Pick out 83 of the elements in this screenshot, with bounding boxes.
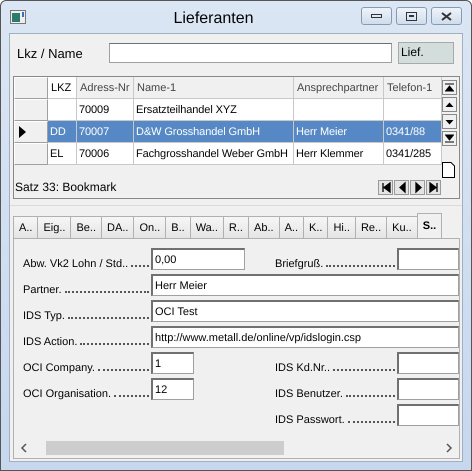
table-cell: D&W Grosshandel GmbH	[134, 121, 294, 143]
scroll-bottom-button[interactable]	[442, 131, 457, 146]
input-field[interactable]	[397, 404, 459, 426]
current-row-icon	[19, 126, 26, 138]
search-field[interactable]	[109, 43, 392, 63]
table-cell	[48, 99, 77, 121]
scrollbar-thumb[interactable]	[46, 440, 284, 454]
input-field[interactable]	[397, 248, 459, 270]
scroll-down-button[interactable]	[442, 114, 457, 129]
field-label: IDS Action.	[23, 336, 78, 348]
window-title: Lieferanten	[172, 10, 255, 28]
app-icon	[10, 10, 26, 24]
tab[interactable]: Wa..	[190, 216, 224, 238]
field-label: Briefgruß.	[275, 258, 324, 270]
column-header[interactable]: Adress-Nr	[77, 77, 134, 99]
tab[interactable]: R..	[222, 216, 249, 238]
minimize-icon	[371, 14, 382, 18]
status-text: Satz 33: Bookmark	[15, 180, 118, 194]
tab[interactable]: A..	[13, 216, 38, 238]
table-cell: Fachgrosshandel Weber GmbH	[134, 143, 294, 165]
field-label: IDS Typ.	[23, 310, 65, 322]
input-field[interactable]: OCI Test	[151, 300, 459, 322]
field-label: IDS Passwort.	[275, 414, 345, 426]
tab[interactable]: K..	[303, 216, 328, 238]
tab[interactable]: Ku..	[386, 216, 418, 238]
row-header[interactable]	[14, 121, 48, 143]
field-label: OCI Organisation.	[23, 388, 112, 400]
tab[interactable]: Eig..	[37, 216, 72, 238]
tab[interactable]: Be..	[70, 216, 102, 238]
table-cell: DD	[48, 121, 77, 143]
tab[interactable]: Re..	[354, 216, 388, 238]
tab[interactable]: B..	[165, 216, 191, 238]
maximize-button[interactable]	[396, 7, 427, 25]
first-record-button[interactable]	[378, 180, 393, 194]
table-cell: 70007	[77, 121, 134, 143]
column-header[interactable]: Ansprechpartner	[294, 77, 384, 99]
input-field[interactable]: 12	[151, 378, 194, 400]
input-field[interactable]	[397, 378, 459, 400]
maximize-icon	[406, 12, 417, 20]
tab[interactable]: On..	[133, 216, 166, 238]
table-cell	[384, 99, 442, 121]
scroll-top-button[interactable]	[442, 80, 457, 95]
input-field[interactable]	[397, 352, 459, 374]
minimize-button[interactable]	[361, 7, 392, 25]
table-cell: 70009	[77, 99, 134, 121]
mode-indicator: Lief.	[398, 42, 454, 64]
field-label: OCI Company.	[23, 362, 95, 374]
close-icon	[441, 12, 452, 20]
table-cell: 0341/88	[384, 121, 442, 143]
column-header[interactable]: Name-1	[134, 77, 294, 99]
column-header[interactable]: LKZ	[48, 77, 77, 99]
table-cell: 0341/285	[384, 143, 442, 165]
document-icon[interactable]	[442, 162, 455, 178]
field-label: IDS Benutzer.	[275, 388, 343, 400]
search-label: Lkz / Name	[17, 46, 84, 60]
field-label: Partner.	[23, 284, 62, 296]
tab[interactable]: A..	[278, 216, 304, 238]
input-field[interactable]: 0,00	[151, 248, 245, 270]
column-header[interactable]: Telefon-1	[384, 77, 442, 99]
last-record-button[interactable]	[426, 180, 441, 194]
table-cell: Herr Klemmer	[294, 143, 384, 165]
table-cell: EL	[48, 143, 77, 165]
field-label: Abw. Vk2 Lohn / Std..	[23, 258, 128, 270]
table-cell: 70006	[77, 143, 134, 165]
tab[interactable]: Hi..	[327, 216, 356, 238]
previous-record-button[interactable]	[394, 180, 409, 194]
tab[interactable]: S..	[416, 213, 442, 238]
table-cell: Ersatzteilhandel XYZ	[134, 99, 294, 121]
skip-icon	[427, 180, 440, 194]
first-icon	[445, 83, 454, 92]
input-field[interactable]: http://www.metall.de/online/vp/idslogin.csp	[151, 326, 459, 348]
tab[interactable]: Ab..	[248, 216, 280, 238]
field-label: IDS Kd.Nr..	[275, 362, 330, 374]
input-field[interactable]: Herr Meier	[151, 274, 459, 296]
last-icon	[445, 134, 454, 143]
scroll-up-button[interactable]	[442, 97, 457, 112]
input-field[interactable]: 1	[151, 352, 194, 374]
down-arrow-icon	[445, 118, 454, 124]
close-button[interactable]	[431, 7, 462, 25]
table-cell: Herr Meier	[294, 121, 384, 143]
tab[interactable]: DA..	[101, 216, 134, 238]
next-record-button[interactable]	[410, 180, 425, 194]
up-arrow-icon	[445, 102, 454, 108]
